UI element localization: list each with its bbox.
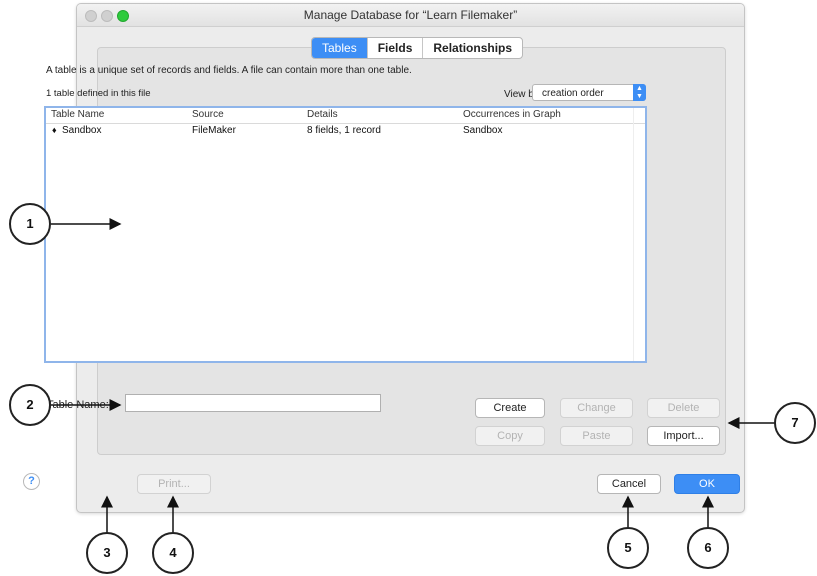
callout-6: 6 bbox=[687, 527, 729, 569]
callout-7: 7 bbox=[774, 402, 816, 444]
callout-3: 3 bbox=[86, 532, 128, 574]
tab-relationships[interactable]: Relationships bbox=[423, 38, 522, 58]
tab-bar: Tables Fields Relationships bbox=[311, 37, 524, 59]
annotation-arrows bbox=[51, 218, 775, 535]
tab-tables[interactable]: Tables bbox=[312, 38, 368, 58]
callout-1: 1 bbox=[9, 203, 51, 245]
callout-5: 5 bbox=[607, 527, 649, 569]
tab-fields[interactable]: Fields bbox=[368, 38, 424, 58]
callout-2: 2 bbox=[9, 384, 51, 426]
callout-4: 4 bbox=[152, 532, 194, 574]
